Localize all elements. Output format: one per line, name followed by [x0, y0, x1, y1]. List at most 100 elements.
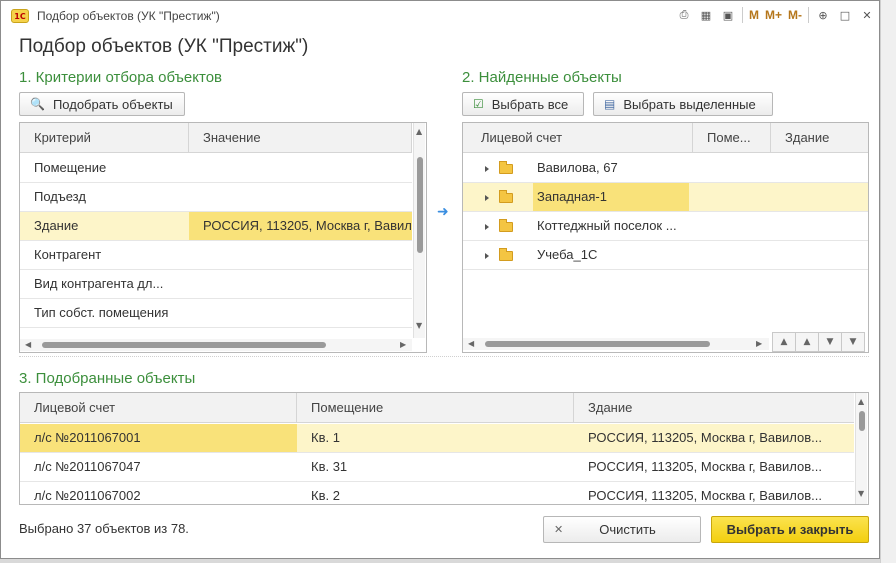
app-logo-icon: 1С [11, 9, 29, 23]
scroll-left-arrow-icon[interactable]: ◀ [25, 340, 31, 349]
clear-icon: ✕ [554, 523, 564, 536]
close-icon[interactable]: ✕ [859, 7, 875, 23]
select-all-button[interactable]: ☑ Выбрать все [462, 92, 584, 116]
criteria-row[interactable]: Вид контрагента дл... [20, 270, 412, 299]
column-header-building[interactable]: Здание [771, 123, 868, 153]
search-icon: 🔍 [30, 97, 45, 111]
column-header-value[interactable]: Значение [189, 123, 412, 153]
criterion-value[interactable] [189, 154, 412, 182]
found-objects-tree: Лицевой счет Поме... Здание Вавилова, 67… [462, 122, 869, 353]
scroll-thumb[interactable] [417, 157, 423, 253]
scroll-up-arrow-icon[interactable]: ▲ [416, 127, 422, 136]
column-header-account[interactable]: Лицевой счет [463, 123, 693, 153]
criteria-section-title: 1. Критерии отбора объектов [19, 69, 223, 86]
scroll-thumb[interactable] [42, 342, 326, 348]
criteria-row-selected[interactable]: Здание РОССИЯ, 113205, Москва г, Вавилов… [20, 212, 412, 241]
criteria-row[interactable]: Тип собст. помещения [20, 299, 412, 328]
column-header-criterion[interactable]: Критерий [20, 123, 189, 153]
memory-plus-button[interactable]: M+ [765, 8, 782, 22]
select-selected-icon: ▤ [604, 97, 616, 111]
criteria-row[interactable]: Подъезд [20, 183, 412, 212]
folder-icon [499, 189, 513, 203]
found-horizontal-scrollbar[interactable]: ◀ ▶ [463, 338, 769, 350]
tree-row-controls [463, 183, 533, 211]
memory-minus-button[interactable]: M- [788, 8, 802, 22]
tree-row-selected[interactable]: Западная-1 [463, 183, 868, 212]
expand-arrow-icon[interactable] [485, 194, 489, 201]
tree-row-controls [463, 212, 533, 240]
scroll-thumb[interactable] [859, 411, 865, 431]
criterion-name: Подъезд [34, 189, 86, 204]
criterion-value[interactable] [189, 270, 412, 298]
go-down-icon[interactable]: ▼ [818, 332, 842, 352]
room-cell: Кв. 1 [311, 430, 340, 445]
select-and-close-button[interactable]: Выбрать и закрыть [711, 516, 869, 543]
select-selected-button[interactable]: ▤ Выбрать выделенные [593, 92, 773, 116]
calendar-icon[interactable]: ▣ [720, 7, 736, 23]
scroll-left-arrow-icon[interactable]: ◀ [468, 339, 474, 348]
column-header-room[interactable]: Помещение [297, 393, 574, 423]
criterion-value[interactable]: РОССИЯ, 113205, Москва г, Вавилова [189, 212, 412, 240]
transfer-arrow-icon[interactable]: ➜ [437, 204, 449, 220]
select-objects-label: Подобрать объекты [52, 96, 173, 112]
building-cell: РОССИЯ, 113205, Москва г, Вавилов... [588, 430, 823, 445]
tree-row[interactable]: Учеба_1С [463, 241, 868, 270]
expand-arrow-icon[interactable] [485, 223, 489, 230]
tree-row[interactable]: Вавилова, 67 [463, 154, 868, 183]
title-bar: 1С Подбор объектов (УК "Престиж") ⎙ ▦ ▣ … [1, 1, 879, 31]
picked-objects-table: Лицевой счет Помещение Здание л/с №20110… [19, 392, 869, 505]
scroll-right-arrow-icon[interactable]: ▶ [756, 339, 762, 348]
criteria-table: Критерий Значение Помещение Подъезд Здан… [19, 122, 427, 353]
clear-label: Очистить [599, 522, 656, 537]
folder-icon [499, 247, 513, 261]
calculator-icon[interactable]: ▦ [698, 7, 714, 23]
folder-icon [499, 160, 513, 174]
building-cell: РОССИЯ, 113205, Москва г, Вавилов... [588, 459, 823, 474]
tree-navigation: ▲ ▲ ▼ ▼ [772, 332, 865, 352]
picked-row-selected[interactable]: л/с №2011067001 Кв. 1 РОССИЯ, 113205, Мо… [20, 424, 854, 453]
clear-button[interactable]: ✕ Очистить [543, 516, 701, 543]
criterion-name: Помещение [34, 160, 107, 175]
go-first-icon[interactable]: ▲ [772, 332, 796, 352]
tree-row-name: Коттеджный поселок ... [537, 218, 677, 233]
go-last-icon[interactable]: ▼ [841, 332, 865, 352]
scroll-down-arrow-icon[interactable]: ▼ [416, 321, 422, 330]
expand-arrow-icon[interactable] [485, 252, 489, 259]
column-header-account[interactable]: Лицевой счет [20, 393, 297, 423]
title-bar-tools: ⎙ ▦ ▣ M M+ M- ⊕ □ ✕ [676, 7, 875, 23]
tree-row-name: Западная-1 [533, 183, 689, 211]
criterion-name: Контрагент [34, 247, 102, 262]
tree-row[interactable]: Коттеджный поселок ... [463, 212, 868, 241]
expand-arrow-icon[interactable] [485, 165, 489, 172]
scroll-thumb[interactable] [485, 341, 710, 347]
picked-row[interactable]: л/с №2011067002 Кв. 2 РОССИЯ, 113205, Мо… [20, 482, 854, 504]
go-up-icon[interactable]: ▲ [795, 332, 819, 352]
scroll-up-arrow-icon[interactable]: ▲ [858, 397, 864, 406]
criteria-row[interactable]: Контрагент [20, 241, 412, 270]
scroll-right-arrow-icon[interactable]: ▶ [400, 340, 406, 349]
criterion-value[interactable] [189, 299, 412, 327]
criterion-name: Здание [34, 218, 79, 233]
picked-vertical-scrollbar[interactable]: ▲ ▼ [855, 393, 867, 504]
section-divider [19, 356, 869, 357]
zoom-icon[interactable]: ⊕ [815, 7, 831, 23]
memory-m-button[interactable]: M [749, 8, 759, 22]
criteria-row[interactable]: Помещение [20, 154, 412, 183]
maximize-icon[interactable]: □ [837, 7, 853, 23]
column-header-building[interactable]: Здание [574, 393, 854, 423]
criterion-value[interactable] [189, 241, 412, 269]
criterion-value[interactable] [189, 183, 412, 211]
print-icon[interactable]: ⎙ [676, 7, 692, 23]
toolbar-divider [808, 7, 809, 23]
scroll-down-arrow-icon[interactable]: ▼ [858, 489, 864, 498]
column-header-room[interactable]: Поме... [693, 123, 771, 153]
picked-row[interactable]: л/с №2011067047 Кв. 31 РОССИЯ, 113205, М… [20, 453, 854, 482]
criteria-horizontal-scrollbar[interactable]: ◀ ▶ [20, 339, 412, 351]
account-cell: л/с №2011067001 [20, 424, 297, 452]
building-cell: РОССИЯ, 113205, Москва г, Вавилов... [588, 488, 823, 503]
criteria-vertical-scrollbar[interactable]: ▲ ▼ [413, 123, 425, 338]
select-objects-button[interactable]: 🔍 Подобрать объекты [19, 92, 185, 116]
room-cell: Кв. 31 [311, 459, 348, 474]
toolbar-divider [741, 7, 743, 23]
account-cell: л/с №2011067002 [34, 488, 141, 503]
